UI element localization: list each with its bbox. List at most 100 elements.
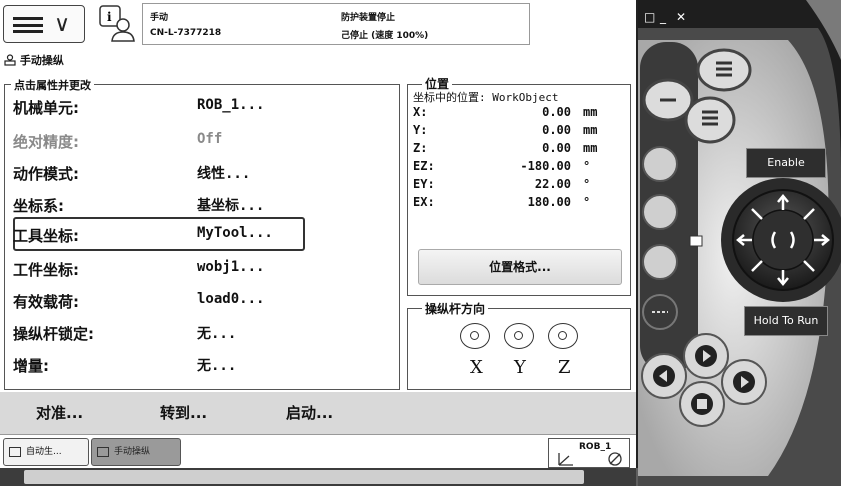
- coord-axis: X:: [413, 105, 428, 119]
- top-bar: ∨ i 手动 CN-L-7377218 防护装置停止 己停止 (速度 100%)…: [0, 0, 663, 50]
- coord-row-y: Y: 0.00 mm: [413, 123, 613, 139]
- goto-button[interactable]: 转到...: [160, 402, 207, 423]
- prop-row-work-object[interactable]: 工件坐标: wobj1...: [13, 255, 393, 281]
- prop-value: wobj1...: [197, 259, 265, 275]
- prop-label: 工件坐标:: [13, 261, 79, 279]
- restore-icon[interactable]: □: [644, 11, 656, 23]
- joystick-direction-panel: 操纵杆方向 X Y Z: [407, 300, 631, 390]
- start-button[interactable]: 启动...: [286, 402, 333, 423]
- prop-value: ROB_1...: [197, 97, 265, 113]
- chevron-down-icon: ∨: [54, 12, 71, 37]
- app-title-label: 手动操纵: [19, 54, 64, 67]
- app-title: 手动操纵: [4, 52, 64, 68]
- quickset-robot-button[interactable]: ROB_1: [548, 438, 630, 468]
- prop-value: load0...: [197, 291, 265, 307]
- prop-row-joystick-lock[interactable]: 操纵杆锁定: 无...: [13, 319, 393, 345]
- coord-value: 0.00: [542, 123, 571, 137]
- coord-unit: mm: [583, 123, 598, 137]
- pendant-body-graphic: [638, 0, 841, 486]
- coord-row-ez: EZ: -180.00 °: [413, 159, 613, 175]
- prop-value: Off: [197, 131, 223, 147]
- coord-unit: mm: [583, 105, 598, 119]
- prop-label: 动作模式:: [13, 165, 79, 183]
- joystick-y-icon: [504, 323, 534, 349]
- svg-text:i: i: [107, 10, 112, 24]
- safety-status: 防护装置停止: [341, 13, 396, 23]
- main-menu-button[interactable]: ∨: [3, 5, 85, 43]
- controller-id: CN-L-7377218: [150, 28, 222, 38]
- coord-unit: °: [583, 177, 591, 191]
- pendant-hardware: □ _ ✕ Enable Hold To Run: [638, 0, 841, 486]
- joystick-x-label: X: [470, 357, 483, 378]
- task-label: 手动操纵: [114, 447, 151, 457]
- coord-unit: °: [583, 195, 591, 209]
- position-format-button[interactable]: 位置格式...: [418, 249, 622, 285]
- coord-axis: Y:: [413, 123, 428, 137]
- prop-row-motion-mode[interactable]: 动作模式: 线性...: [13, 159, 393, 185]
- coord-axis: EX:: [413, 195, 435, 209]
- prop-label: 增量:: [13, 357, 49, 375]
- bottom-bezel: [0, 468, 636, 486]
- coord-row-ey: EY: 22.00 °: [413, 177, 613, 193]
- prop-label: 操纵杆锁定:: [13, 325, 94, 343]
- prop-value: 无...: [197, 326, 237, 342]
- prop-row-increment[interactable]: 增量: 无...: [13, 351, 393, 377]
- prop-value: MyTool...: [197, 225, 273, 241]
- align-button[interactable]: 对准...: [36, 402, 83, 423]
- jog-app-icon: [97, 447, 109, 457]
- coord-row-ex: EX: 180.00 °: [413, 195, 613, 211]
- coord-row-z: Z: 0.00 mm: [413, 141, 613, 157]
- prop-value: 基坐标...: [197, 198, 265, 214]
- coordinate-frame-icon: [558, 452, 622, 466]
- prop-row-payload[interactable]: 有效载荷: load0...: [13, 287, 393, 313]
- prop-label: 坐标系:: [13, 197, 64, 215]
- coord-axis: EY:: [413, 177, 435, 191]
- coord-axis: Z:: [413, 141, 428, 155]
- prop-row-coordinate-system[interactable]: 坐标系: 基坐标...: [13, 191, 393, 217]
- prop-row-mechanical-unit[interactable]: 机械单元: ROB_1...: [13, 93, 393, 119]
- coord-value: 22.00: [534, 177, 571, 191]
- prop-label: 绝对精度:: [13, 133, 79, 151]
- minimize-icon[interactable]: _: [660, 11, 672, 23]
- prop-label: 工具坐标:: [13, 227, 79, 245]
- joystick-legend: 操纵杆方向: [422, 300, 489, 317]
- hamburger-icon: [13, 17, 43, 33]
- prop-label: 机械单元:: [13, 99, 79, 117]
- operating-mode: 手动: [150, 13, 169, 23]
- prop-value: 无...: [197, 358, 237, 374]
- taskbar: 自动生... 手动操纵 ROB_1: [0, 434, 636, 469]
- prop-row-absolute-accuracy: 绝对精度: Off: [13, 127, 393, 153]
- prop-value: 线性...: [197, 166, 251, 182]
- coord-row-x: X: 0.00 mm: [413, 105, 613, 121]
- motion-state: 己停止 (速度 100%): [341, 31, 429, 41]
- operator-user-icon[interactable]: i: [99, 5, 135, 43]
- window-controls: □ _ ✕: [644, 6, 692, 25]
- task-label: 自动生...: [26, 447, 62, 457]
- coord-unit: mm: [583, 141, 598, 155]
- action-bar: 对准... 转到... 启动...: [0, 392, 636, 434]
- prop-row-tool[interactable]: 工具坐标: MyTool...: [13, 221, 393, 247]
- hold-to-run-button[interactable]: Hold To Run: [744, 306, 828, 336]
- properties-legend: 点击属性并更改: [11, 77, 94, 93]
- position-panel: 位置 坐标中的位置: WorkObject X: 0.00 mm Y: 0.00…: [407, 75, 631, 296]
- coord-value: 0.00: [542, 105, 571, 119]
- pendant-screen: ∨ i 手动 CN-L-7377218 防护装置停止 己停止 (速度 100%)…: [0, 0, 663, 469]
- jog-app-icon: [4, 54, 16, 66]
- properties-panel: 点击属性并更改 机械单元: ROB_1... 绝对精度: Off 动作模式: 线…: [4, 77, 400, 390]
- joystick-x-icon: [460, 323, 490, 349]
- production-window-icon: [9, 447, 21, 457]
- coord-axis: EZ:: [413, 159, 435, 173]
- task-auto-production[interactable]: 自动生...: [3, 438, 89, 466]
- enable-button[interactable]: Enable: [746, 148, 826, 178]
- coord-value: 180.00: [527, 195, 571, 209]
- close-icon[interactable]: ✕: [676, 11, 688, 23]
- position-subtitle: 坐标中的位置: WorkObject: [413, 91, 559, 104]
- status-bar[interactable]: 手动 CN-L-7377218 防护装置停止 己停止 (速度 100%) ⧗: [142, 3, 663, 45]
- coord-value: -180.00: [520, 159, 571, 173]
- coord-value: 0.00: [542, 141, 571, 155]
- joystick-z-icon: [548, 323, 578, 349]
- task-jogging[interactable]: 手动操纵: [91, 438, 181, 466]
- prop-label: 有效载荷:: [13, 293, 79, 311]
- joystick-y-label: Y: [514, 357, 526, 378]
- joystick-z-label: Z: [558, 357, 571, 378]
